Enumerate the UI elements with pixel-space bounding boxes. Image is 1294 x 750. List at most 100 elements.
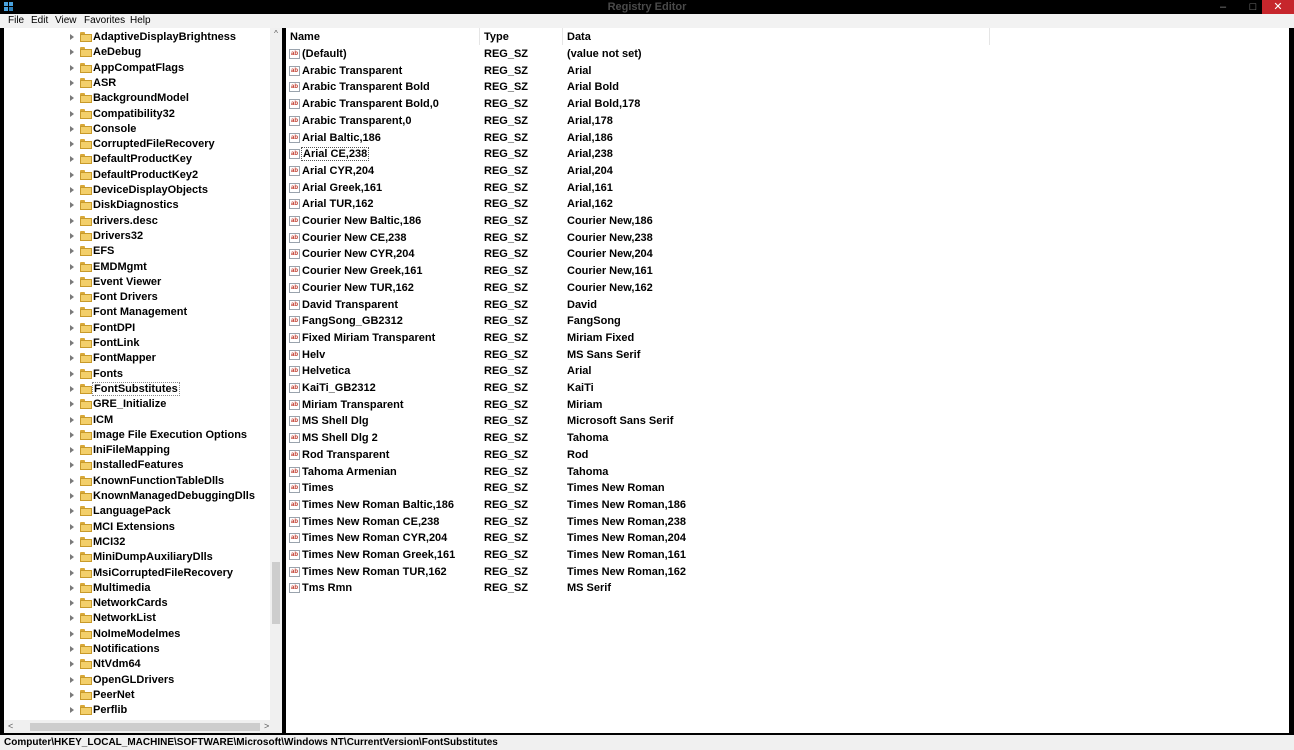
expand-arrow-icon[interactable] [70,661,74,668]
tree-item[interactable]: Event Viewer [4,275,270,290]
expand-arrow-icon[interactable] [70,447,74,454]
tree-item[interactable]: MiniDumpAuxiliaryDlls [4,550,270,565]
expand-arrow-icon[interactable] [70,584,74,591]
list-item[interactable]: ab MS Shell Dlg 2 REG_SZ Tahoma [286,430,1289,447]
expand-arrow-icon[interactable] [70,646,74,652]
column-header-data[interactable]: Data [567,31,591,43]
tree-item[interactable]: Console [4,122,270,137]
expand-arrow-icon[interactable] [70,385,74,392]
expand-arrow-icon[interactable] [70,217,74,224]
tree-item[interactable]: KnownFunctionTableDlls [4,474,270,489]
tree-item[interactable]: Notifications [4,642,270,657]
list-item[interactable]: ab Arial CYR,204 REG_SZ Arial,204 [286,163,1289,180]
scroll-right-icon[interactable]: > [264,721,269,731]
list-item[interactable]: ab Arabic Transparent REG_SZ Arial [286,63,1289,80]
expand-arrow-icon[interactable] [70,324,74,331]
tree-item[interactable]: InstalledFeatures [4,458,270,473]
expand-arrow-icon[interactable] [70,64,74,71]
menu-help[interactable]: Help [130,15,151,26]
list-item[interactable]: ab Arial Greek,161 REG_SZ Arial,161 [286,180,1289,197]
expand-arrow-icon[interactable] [70,141,74,148]
menu-edit[interactable]: Edit [31,15,48,26]
tree-item[interactable]: FontSubstitutes [4,381,270,397]
tree-horizontal-scrollbar[interactable]: < > [4,720,282,733]
menu-view[interactable]: View [55,15,77,26]
expand-arrow-icon[interactable] [70,309,74,316]
list-item[interactable]: ab Times New Roman Baltic,186 REG_SZ Times … [286,497,1289,514]
list-item[interactable]: ab Arabic Transparent Bold,0 REG_SZ Arial B… [286,96,1289,113]
menu-favorites[interactable]: Favorites [84,15,125,26]
tree-item[interactable]: AppCompatFlags [4,61,270,76]
list-item[interactable]: ab Tms Rmn REG_SZ MS Serif [286,580,1289,597]
list-item[interactable]: ab Arial Baltic,186 REG_SZ Arial,186 [286,130,1289,147]
list-item[interactable]: ab Arial CE,238 REG_SZ Arial,238 [286,146,1289,163]
tree-vertical-scrollbar[interactable]: ^ [270,28,282,720]
expand-arrow-icon[interactable] [70,462,74,469]
column-divider[interactable] [479,28,480,45]
expand-arrow-icon[interactable] [70,508,74,515]
expand-arrow-icon[interactable] [70,538,74,545]
list-item[interactable]: ab Times New Roman CE,238 REG_SZ Times New … [286,514,1289,531]
list-item[interactable]: ab Times New Roman Greek,161 REG_SZ Times N… [286,547,1289,564]
expand-arrow-icon[interactable] [70,554,74,561]
expand-arrow-icon[interactable] [70,156,74,163]
tree-item[interactable]: FontDPI [4,321,270,336]
tree-item[interactable]: EFS [4,244,270,259]
tree-item[interactable]: KnownManagedDebuggingDlls [4,489,270,504]
list-item[interactable]: ab Fixed Miriam Transparent REG_SZ Miriam F… [286,330,1289,347]
column-divider[interactable] [989,28,990,45]
title-bar[interactable]: Registry Editor – □ ✕ [0,0,1294,14]
tree-item[interactable]: NetworkCards [4,596,270,611]
expand-arrow-icon[interactable] [70,263,74,270]
tree-item[interactable]: NtVdm64 [4,657,270,672]
expand-arrow-icon[interactable] [70,294,74,301]
tree-item[interactable]: PeerNet [4,688,270,703]
values-list[interactable]: Name Type Data ab (Default) REG_SZ (value n… [286,28,1289,733]
list-item[interactable]: ab Courier New CYR,204 REG_SZ Courier New,2… [286,246,1289,263]
expand-arrow-icon[interactable] [70,232,74,239]
tree-item[interactable]: DiskDiagnostics [4,198,270,213]
expand-arrow-icon[interactable] [70,431,74,438]
expand-arrow-icon[interactable] [70,340,74,346]
menu-file[interactable]: File [8,15,24,26]
tree-item[interactable]: Compatibility32 [4,107,270,122]
scroll-left-icon[interactable]: < [8,721,13,731]
tree-item[interactable]: Drivers32 [4,229,270,244]
expand-arrow-icon[interactable] [70,202,74,209]
tree-item[interactable]: Font Drivers [4,290,270,305]
expand-arrow-icon[interactable] [70,676,74,683]
expand-arrow-icon[interactable] [70,355,74,362]
expand-arrow-icon[interactable] [70,171,74,178]
tree-horizontal-scroll-thumb[interactable] [30,723,260,731]
list-item[interactable]: ab Rod Transparent REG_SZ Rod [286,447,1289,464]
tree-item[interactable]: MCI Extensions [4,520,270,535]
expand-arrow-icon[interactable] [70,615,74,622]
list-item[interactable]: ab Miriam Transparent REG_SZ Miriam [286,397,1289,414]
expand-arrow-icon[interactable] [70,248,74,255]
expand-arrow-icon[interactable] [70,630,74,637]
close-button[interactable]: ✕ [1262,0,1294,14]
tree-item[interactable]: Perflib [4,703,270,718]
tree-item[interactable]: NetworkList [4,611,270,626]
expand-arrow-icon[interactable] [70,707,74,714]
list-item[interactable]: ab Courier New Baltic,186 REG_SZ Courier Ne… [286,213,1289,230]
expand-arrow-icon[interactable] [70,691,74,698]
list-item[interactable]: ab Courier New Greek,161 REG_SZ Courier New… [286,263,1289,280]
expand-arrow-icon[interactable] [70,493,74,499]
tree-item[interactable]: DefaultProductKey [4,152,270,167]
expand-arrow-icon[interactable] [70,523,74,530]
tree-item[interactable]: FontMapper [4,351,270,366]
expand-arrow-icon[interactable] [70,34,74,40]
expand-arrow-icon[interactable] [70,600,74,607]
list-item[interactable]: ab Times New Roman CYR,204 REG_SZ Times New… [286,530,1289,547]
tree-item[interactable]: GRE_Initialize [4,397,270,412]
expand-arrow-icon[interactable] [70,477,74,484]
expand-arrow-icon[interactable] [70,125,74,132]
scroll-up-icon[interactable]: ^ [272,30,280,38]
expand-arrow-icon[interactable] [70,110,74,117]
expand-arrow-icon[interactable] [70,49,74,56]
tree-item[interactable]: LanguagePack [4,504,270,519]
list-item[interactable]: ab Arabic Transparent Bold REG_SZ Arial Bol… [286,79,1289,96]
tree-item[interactable]: CorruptedFileRecovery [4,137,270,152]
list-item[interactable]: ab Times REG_SZ Times New Roman [286,480,1289,497]
